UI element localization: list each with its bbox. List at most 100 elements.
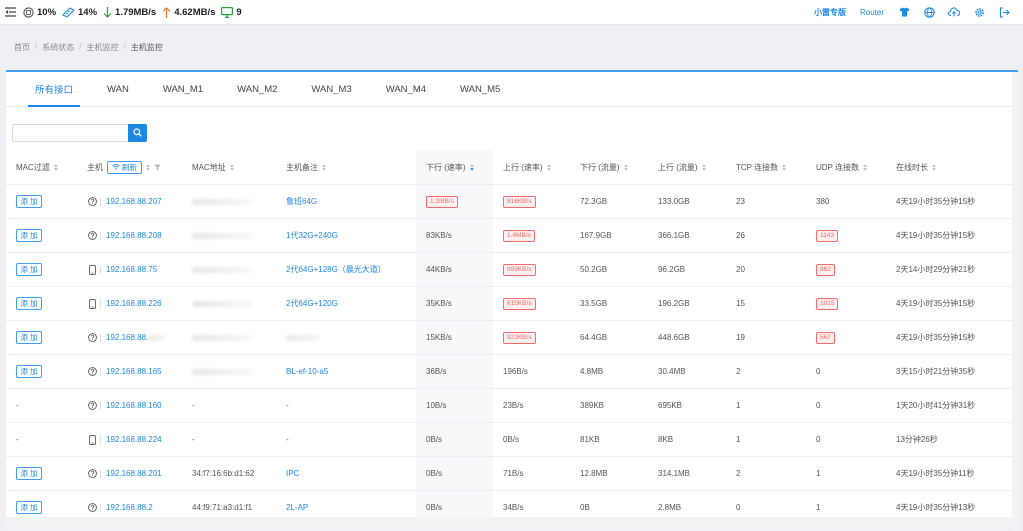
search-button[interactable] — [128, 124, 147, 142]
question-circle-icon — [87, 503, 97, 513]
col-up-traffic[interactable]: 上行 (流量) — [648, 150, 726, 184]
host-ip-link[interactable]: 192.168.88.2 — [106, 503, 153, 512]
col-udp[interactable]: UDP 连接数 — [806, 150, 886, 184]
phone-icon — [87, 264, 97, 275]
down-traffic-value: 167.9GB — [580, 231, 612, 240]
add-filter-button[interactable]: 添 加 — [16, 263, 42, 276]
add-filter-button[interactable]: 添 加 — [16, 365, 42, 378]
sort-desc-icon[interactable] — [469, 163, 474, 171]
pro-edition-link[interactable]: 小雷专版 — [814, 7, 846, 18]
cell-down-rate: 10B/s — [416, 389, 493, 422]
tcp-value: 1 — [736, 435, 741, 444]
cloud-upload-icon[interactable] — [948, 6, 960, 18]
exit-icon[interactable] — [998, 6, 1010, 18]
online-value: 3天15小时21分钟35秒 — [896, 367, 976, 376]
cell-up-traffic: 448.6GB — [648, 321, 726, 354]
host-ip-link[interactable]: 192.168.88. — [106, 333, 148, 342]
search-bar — [12, 124, 147, 142]
sort-icon[interactable] — [701, 163, 706, 171]
note-value[interactable]: 1代32G+240G — [286, 230, 338, 241]
menu-collapse-icon[interactable] — [3, 5, 17, 19]
cell-online: 1天20小时41分钟31秒 — [886, 389, 1018, 422]
sort-icon[interactable] — [546, 163, 551, 171]
udp-value: 0 — [816, 367, 821, 376]
question-circle-icon — [87, 367, 97, 377]
tab-wan[interactable]: WAN — [90, 72, 146, 106]
tshirt-icon[interactable] — [898, 6, 910, 18]
add-filter-button[interactable]: 添 加 — [16, 331, 42, 344]
cell-down-rate: 44KB/s — [416, 253, 493, 286]
note-value[interactable]: 2L-AP — [286, 503, 308, 512]
add-filter-button[interactable]: 添 加 — [16, 501, 42, 514]
host-ip-link[interactable]: 192.168.88.165 — [106, 367, 162, 376]
tab-wan-m2[interactable]: WAN_M2 — [220, 72, 294, 106]
sort-icon[interactable] — [932, 163, 936, 171]
note-value[interactable]: IPC — [286, 469, 299, 478]
sort-icon[interactable] — [782, 163, 787, 171]
gear-icon[interactable] — [973, 6, 985, 18]
col-note[interactable]: 主机备注 — [276, 150, 416, 184]
horizontal-scrollbar[interactable] — [6, 517, 1018, 529]
col-up-rate[interactable]: 上行 (速率) — [493, 150, 570, 184]
col-online[interactable]: 在线时长 — [886, 150, 1018, 184]
ip-blurred — [148, 334, 167, 341]
up-rate-value: 196B/s — [503, 367, 528, 376]
col-down-rate[interactable]: 下行 (速率) — [416, 150, 493, 184]
online-value: 4天19小时35分钟15秒 — [896, 197, 976, 206]
cell-online: 2天14小时29分钟21秒 — [886, 253, 1018, 286]
tab-wan-m3[interactable]: WAN_M3 — [294, 72, 368, 106]
col-tcp[interactable]: TCP 连接数 — [726, 150, 806, 184]
host-ip-link[interactable]: 192.168.88.207 — [106, 197, 162, 206]
note-value[interactable]: 鲁班64G — [286, 196, 317, 207]
breadcrumb-host-monitor[interactable]: 主机监控 — [86, 42, 118, 53]
mac-value: 34:f7:16:6b:d1:62 — [192, 469, 255, 478]
sort-icon[interactable] — [623, 163, 628, 171]
cell-filter: - — [6, 423, 77, 456]
host-ip-link[interactable]: 192.168.88.75 — [106, 265, 157, 274]
host-ip-link[interactable]: 192.168.88.224 — [106, 435, 162, 444]
cell-note: 2代64G+128G（晨光大道） — [276, 253, 416, 286]
col-down-traffic[interactable]: 下行 (流量) — [570, 150, 648, 184]
note-value[interactable]: 2代64G+128G（晨光大道） — [286, 264, 386, 275]
tcp-value: 23 — [736, 197, 745, 206]
tab-all-interfaces[interactable]: 所有接口 — [18, 72, 90, 107]
host-ip-link[interactable]: 192.168.88.201 — [106, 469, 162, 478]
add-filter-button[interactable]: 添 加 — [16, 229, 42, 242]
phone-icon — [87, 298, 97, 309]
add-filter-button[interactable]: 添 加 — [16, 195, 42, 208]
cell-mac: 34:f7:16:6b:d1:62 — [182, 457, 276, 490]
breadcrumb-home[interactable]: 首页 — [14, 42, 30, 53]
refresh-button[interactable]: 刷新 — [107, 160, 142, 174]
col-mac-filter[interactable]: MAC过滤 — [6, 150, 77, 184]
tab-wan-m1[interactable]: WAN_M1 — [146, 72, 220, 106]
col-mac[interactable]: MAC地址 — [182, 150, 276, 184]
down-traffic-value: 33.5GB — [580, 299, 608, 308]
tab-wan-m4[interactable]: WAN_M4 — [369, 72, 443, 106]
add-filter-button[interactable]: 添 加 — [16, 467, 42, 480]
udp-value: 0 — [816, 435, 821, 444]
cell-up-rate: 615KB/s — [493, 287, 570, 320]
vertical-scrollbar[interactable] — [1012, 72, 1018, 531]
search-input[interactable] — [12, 124, 128, 142]
sort-icon[interactable] — [146, 163, 150, 171]
sort-icon[interactable] — [229, 163, 234, 171]
note-value[interactable]: 2代64G+120G — [286, 298, 338, 309]
router-link[interactable]: Router — [860, 8, 884, 17]
globe-icon[interactable] — [923, 6, 935, 18]
sort-icon[interactable] — [862, 163, 867, 171]
breadcrumb-system-status[interactable]: 系统状态 — [42, 42, 74, 53]
mac-blurred — [192, 266, 252, 273]
note-value[interactable]: BL-ef-10-a5 — [286, 367, 328, 376]
sort-icon[interactable] — [322, 163, 326, 171]
question-circle-icon — [87, 401, 97, 411]
host-ip-link[interactable]: 192.168.88.160 — [106, 401, 162, 410]
host-ip-link[interactable]: 192.168.88.208 — [106, 231, 162, 240]
add-filter-button[interactable]: 添 加 — [16, 297, 42, 310]
tab-wan-m5[interactable]: WAN_M5 — [443, 72, 517, 106]
cell-udp: 1143 — [806, 219, 886, 252]
mac-blurred — [192, 368, 252, 375]
filter-icon[interactable] — [154, 164, 161, 171]
host-ip-link[interactable]: 192.168.88.226 — [106, 299, 162, 308]
sort-icon[interactable] — [53, 163, 58, 171]
cell-down-traffic: 389KB — [570, 389, 648, 422]
